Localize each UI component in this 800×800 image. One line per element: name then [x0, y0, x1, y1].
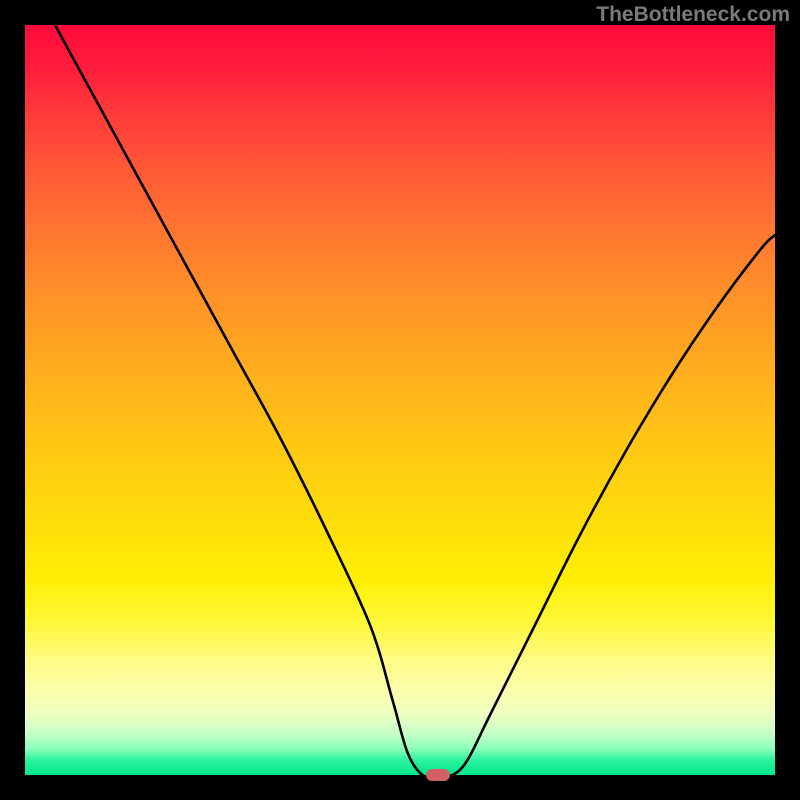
chart-container: TheBottleneck.com [0, 0, 800, 800]
bottleneck-curve [55, 25, 775, 775]
optimal-marker [426, 769, 450, 781]
watermark-text: TheBottleneck.com [596, 3, 790, 27]
curve-svg [25, 25, 775, 775]
plot-area [25, 25, 775, 775]
